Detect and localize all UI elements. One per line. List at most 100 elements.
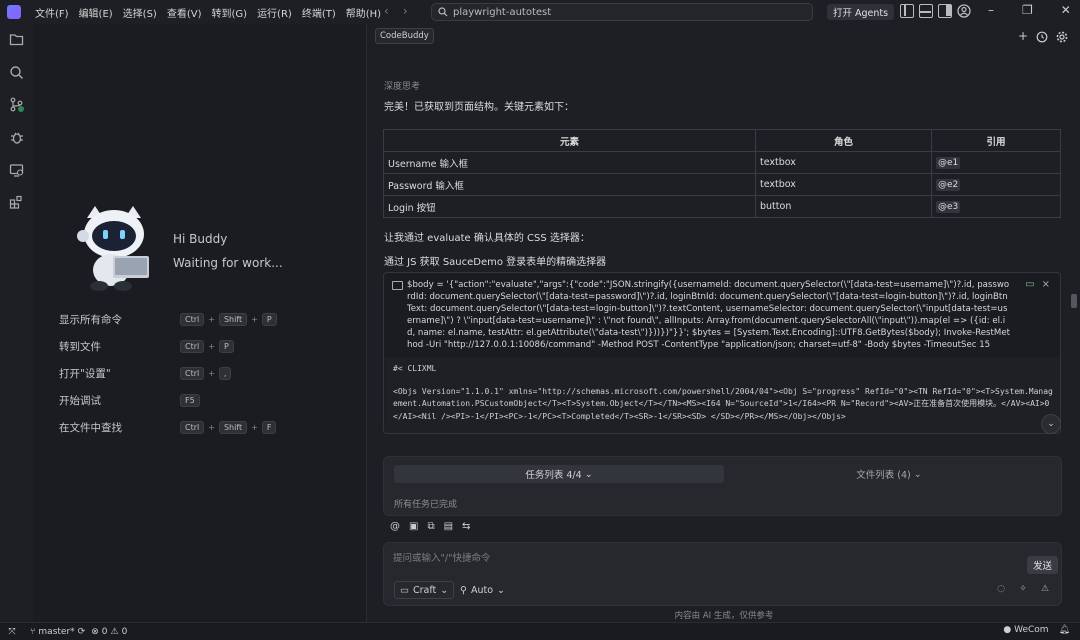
error-icon: ⊗ [91,626,99,637]
ref-code: @e1 [936,157,961,169]
chevron-down-icon: ⌄ [584,468,593,480]
sync-icon[interactable]: ⟳ [78,627,86,637]
attach-file-icon[interactable]: ⧉ [427,521,434,532]
search-icon[interactable] [9,65,24,80]
restore-icon[interactable]: ❐ [1022,3,1033,17]
title-bar: 文件(F) 编辑(E) 选择(S) 查看(V) 转到(G) 运行(R) 终端(T… [0,0,1080,24]
shortcut-keys: F5 [180,394,200,407]
shortcut-keys: Ctrl + Shift + P [180,313,277,326]
shortcut-find-in-files[interactable]: 在文件中查找 Ctrl + Shift + F [59,414,359,441]
source-control-icon[interactable] [9,97,24,112]
shortcut-label: 显示所有命令 [59,314,122,326]
problems-indicator[interactable]: ⊗ 0 ⚠ 0 [91,627,127,637]
mention-icon[interactable]: @ [390,521,400,532]
toggle-primary-sidebar-icon[interactable] [900,4,914,18]
command-center-search[interactable]: playwright-autotest [431,3,813,21]
book-icon[interactable]: ▤ [444,521,453,532]
toggle-panel-icon[interactable] [919,4,933,18]
chat-input-box[interactable]: 提问或输入"/"快捷命令 发送 ▭ Craft ⌄ ⚲ Auto ⌄ ◌ ✧ ⚠ [383,542,1062,606]
close-icon[interactable]: ✕ [1061,3,1071,17]
scroll-down-icon[interactable]: ⌄ [1041,414,1061,434]
tab-task-list[interactable]: 任务列表 4/4 ⌄ [394,465,724,483]
layout-controls [900,4,971,18]
image-icon[interactable]: ▣ [409,521,418,532]
chevron-down-icon: ⌄ [440,584,449,596]
menu-run[interactable]: 运行(R) [252,5,297,20]
command-text: $body = '{"action":"evaluate","args":{"c… [407,280,1010,350]
task-card-tabs: 任务列表 4/4 ⌄ 文件列表 (4) ⌄ [394,465,1054,483]
remote-explorer-icon[interactable] [9,163,24,178]
shortcut-keys: Ctrl + , [180,367,232,380]
key-cap: Ctrl [180,313,205,326]
shortcut-keys: Ctrl + Shift + F [180,421,277,434]
shortcut-start-debugging[interactable]: 开始调试 F5 [59,387,359,414]
wecom-indicator[interactable]: ● WeCom [1003,625,1048,635]
account-icon[interactable] [957,4,971,18]
menu-help[interactable]: 帮助(H) [341,5,386,20]
shortcut-show-all-commands[interactable]: 显示所有命令 Ctrl + Shift + P [59,306,359,333]
menu-selection[interactable]: 选择(S) [118,5,162,20]
scrollbar-thumb[interactable] [1071,294,1077,308]
shortcut-go-to-file[interactable]: 转到文件 Ctrl + P [59,333,359,360]
table-header: 引用 [931,129,1061,152]
ai-disclaimer: 内容由 AI 生成，仅供参考 [674,611,774,621]
assistant-message-text: 完美！已获取到页面结构。关键元素如下： [384,102,574,113]
window-controls: – ❐ ✕ [988,3,1071,17]
bell-icon[interactable]: 🔔︎ [1059,625,1070,635]
remote-indicator-icon[interactable]: ⤧ [0,623,24,640]
warning-icon[interactable]: ⚠ [1037,581,1053,597]
key-cap: Ctrl [180,367,205,380]
command-output: #< CLIXML <Objs Version="1.1.0.1" xmlns=… [385,357,1060,433]
activity-bar [0,24,33,622]
tool-call-title[interactable]: 通过 JS 获取 SauceDemo 登录表单的精确选择器 [384,253,606,268]
open-agents-button[interactable]: 打开 Agents [827,4,895,20]
run-debug-icon[interactable] [9,130,24,145]
buddy-status-text: Waiting for work... [173,256,283,270]
minimize-icon[interactable]: – [988,3,994,17]
open-terminal-icon[interactable]: ▭ [1025,279,1034,290]
branch-indicator[interactable]: ⑂ master* ⟳ [30,627,85,637]
menu-edit[interactable]: 编辑(E) [74,5,118,20]
table-cell: Username 输入框 [383,151,756,174]
extensions-icon[interactable] [9,195,24,210]
chevron-down-icon: ⌄ [497,584,505,596]
send-button[interactable]: 发送 [1026,556,1058,574]
shortcut-keys: Ctrl + P [180,340,234,353]
menu-terminal[interactable]: 终端(T) [297,5,341,20]
menu-file[interactable]: 文件(F) [30,5,74,20]
key-cap: P [218,340,234,353]
mode-selector[interactable]: ▭ Craft ⌄ [394,581,455,599]
loading-spinner-icon: ◌ [997,584,1005,594]
settings-gear-icon[interactable] [1056,31,1068,43]
forward-arrow-icon[interactable]: › [403,4,408,18]
collapse-icon[interactable]: ⨯ [1042,279,1050,290]
terminal-command-block: $body = '{"action":"evaluate","args":{"c… [383,272,1061,434]
shortcut-label: 转到文件 [59,341,101,353]
table-cell: textbox [755,151,932,174]
table-row: Username 输入框 textbox @e1 [383,151,1061,174]
new-chat-icon[interactable]: + [1018,29,1028,43]
explorer-icon[interactable] [9,32,24,47]
model-selector[interactable]: ⚲ Auto ⌄ [460,581,505,599]
branch-name: master* [38,626,75,637]
nav-arrows: ‹ › [384,4,408,18]
back-arrow-icon[interactable]: ‹ [384,4,389,18]
tab-file-list[interactable]: 文件列表 (4) ⌄ [724,465,1054,483]
history-icon[interactable] [1036,31,1048,43]
shortcut-label: 在文件中查找 [59,422,122,434]
shortcut-open-settings[interactable]: 打开"设置" Ctrl + , [59,360,359,387]
toggle-secondary-sidebar-icon[interactable] [938,4,952,18]
enhance-prompt-icon[interactable]: ✧ [1015,581,1031,597]
menu-go[interactable]: 转到(G) [207,5,253,20]
key-cap: Shift [218,313,248,326]
deep-thinking-label[interactable]: 深度思考 [384,79,420,92]
buddy-robot-mascot [77,206,149,291]
table-cell: @e1 [931,151,1061,174]
codebuddy-tab[interactable]: CodeBuddy [375,28,434,44]
menu-view[interactable]: 查看(V) [162,5,207,20]
translate-icon[interactable]: ⇆ [462,521,470,532]
tab-label: 任务列表 4/4 [525,470,582,481]
panel-toolbar: + [1018,29,1068,43]
key-cap: F [261,421,277,434]
input-toolbar: @ ▣ ⧉ ▤ ⇆ [390,521,470,532]
